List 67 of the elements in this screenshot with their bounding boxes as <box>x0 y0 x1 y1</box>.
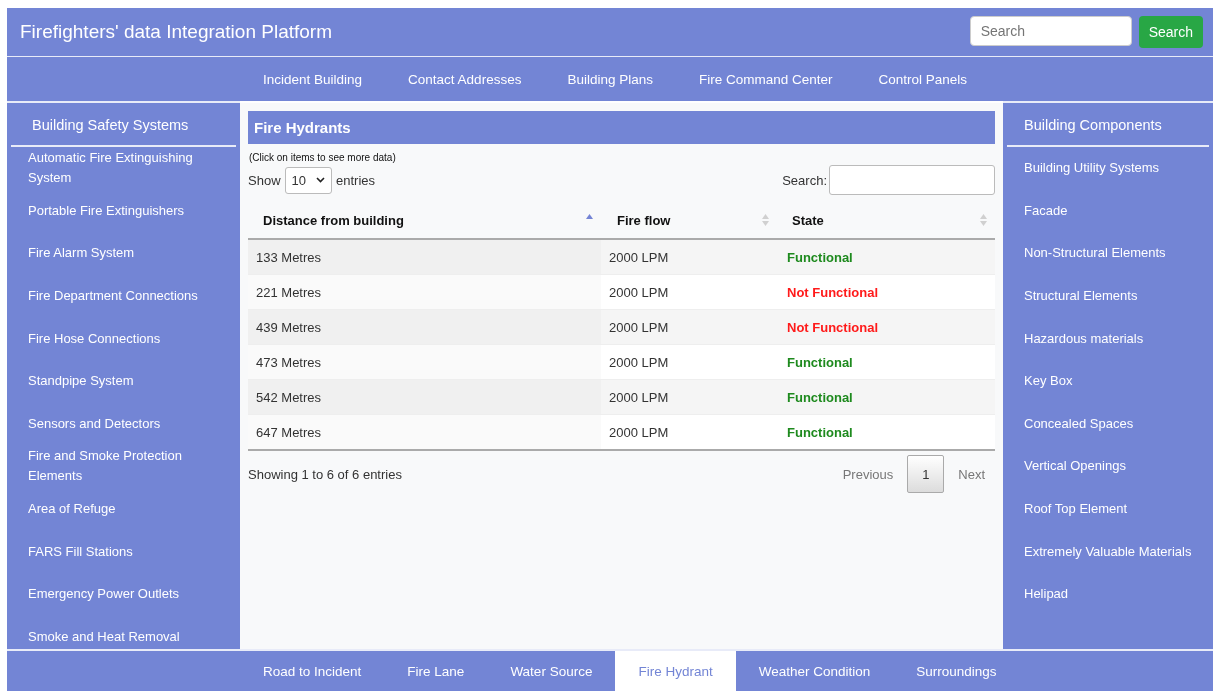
sidebar-item[interactable]: Smoke and Heat Removal <box>28 626 180 647</box>
entries-info: Showing 1 to 6 of 6 entries <box>248 466 402 482</box>
nav-tab[interactable]: Road to Incident <box>240 651 385 691</box>
sidebar-item[interactable]: Standpipe System <box>28 371 134 392</box>
sidebar-item[interactable]: Hazardous materials <box>1024 328 1144 349</box>
nav-link[interactable]: Incident Building <box>240 71 386 87</box>
sidebar-item[interactable]: Area of Refuge <box>28 499 116 520</box>
sidebar-item[interactable]: Non-Structural Elements <box>1024 243 1166 264</box>
sidebar-item[interactable]: Building Utility Systems <box>1024 158 1160 179</box>
table-cell: 2000 LPM <box>601 344 777 380</box>
sidebar-heading: Building Safety Systems <box>11 103 236 147</box>
page-size-select[interactable]: 10 <box>284 166 332 194</box>
nav-link[interactable]: Building Plans <box>544 71 676 87</box>
sidebar-item[interactable]: Key Box <box>1024 371 1073 392</box>
hint-text: (Click on items to see more data) <box>249 152 397 163</box>
table-cell: 542 Metres <box>248 379 601 415</box>
table-cell: 221 Metres <box>248 274 601 310</box>
sidebar-item[interactable]: Fire Department Connections <box>28 286 198 307</box>
sidebar-item[interactable]: Extremely Valuable Materials <box>1024 541 1192 562</box>
sidebar-item[interactable]: Concealed Spaces <box>1024 413 1134 434</box>
table-cell: 133 Metres <box>248 239 601 275</box>
sidebar-item[interactable]: Facade <box>1024 200 1068 221</box>
nav-link[interactable]: Control Panels <box>855 71 991 87</box>
sidebar-heading: Building Components <box>1007 103 1209 147</box>
sidebar-item[interactable]: Structural Elements <box>1024 286 1138 307</box>
nav-tab[interactable]: Fire Lane <box>384 651 488 691</box>
sidebar-item[interactable]: Portable Fire Extinguishers <box>28 200 185 221</box>
status-text: Functional <box>787 249 853 265</box>
show-label: Show <box>248 172 281 188</box>
chevron-icon <box>316 177 325 183</box>
sidebar-item[interactable]: Fire Alarm System <box>28 243 135 264</box>
table-cell: 2000 LPM <box>601 309 777 345</box>
app-title: Firefighters' data Integration Platform <box>20 21 332 43</box>
sidebar-item[interactable]: Emergency Power Outlets <box>28 584 179 605</box>
sidebar-item[interactable]: Automatic Fire Extinguishing System <box>28 148 220 189</box>
table-search-field[interactable] <box>829 165 995 195</box>
sidebar-item[interactable]: FARS Fill Stations <box>28 541 133 562</box>
table-cell: 2000 LPM <box>601 379 777 415</box>
panel-title: Fire Hydrants <box>248 111 995 144</box>
sidebar-item[interactable]: Fire and Smoke Protection Elements <box>28 446 220 487</box>
sidebar-item[interactable]: Roof Top Element <box>1024 499 1128 520</box>
nav-link[interactable]: Contact Addresses <box>385 71 545 87</box>
sidebar-item[interactable]: Vertical Openings <box>1024 456 1126 477</box>
nav-tab[interactable]: Water Source <box>487 651 616 691</box>
sidebar-item[interactable]: Fire Hose Connections <box>28 328 161 349</box>
status-text: Functional <box>787 389 853 405</box>
nav-tab[interactable]: Fire Hydrant <box>615 651 736 691</box>
table-cell: 2000 LPM <box>601 414 777 450</box>
page-button[interactable]: 1 <box>907 455 945 493</box>
sidebar-item[interactable]: Helipad <box>1024 584 1069 605</box>
status-text: Functional <box>787 424 853 440</box>
table-cell: 2000 LPM <box>601 239 777 275</box>
search-field[interactable]: Search <box>969 16 1132 46</box>
table-cell: 647 Metres <box>248 414 601 450</box>
status-text: Functional <box>787 354 853 370</box>
search-button[interactable]: Search <box>1138 16 1203 48</box>
nav-tab[interactable]: Weather Condition <box>735 651 894 691</box>
table-cell: 473 Metres <box>248 344 601 380</box>
search-label: Search: <box>782 172 827 188</box>
nav-link[interactable]: Fire Command Center <box>675 71 856 87</box>
status-text: Not Functional <box>787 319 878 335</box>
table-cell: 2000 LPM <box>601 274 777 310</box>
sidebar-item[interactable]: Sensors and Detectors <box>28 413 161 434</box>
entries-label: entries <box>336 172 376 188</box>
nav-tab[interactable]: Surroundings <box>893 651 1020 691</box>
status-text: Not Functional <box>787 284 878 300</box>
table-cell: 439 Metres <box>248 309 601 345</box>
